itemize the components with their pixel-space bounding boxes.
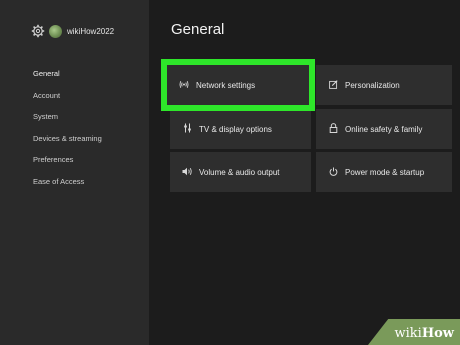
- online-safety-family-tile[interactable]: Online safety & family: [316, 109, 452, 149]
- watermark-suffix: How: [421, 326, 454, 341]
- gamertag: wikiHow2022: [67, 26, 115, 36]
- watermark-prefix: wiki: [394, 326, 422, 341]
- focus-highlight: [161, 59, 315, 111]
- profile-header: wikiHow2022: [31, 24, 114, 38]
- lock-icon: [326, 123, 340, 135]
- volume-audio-output-tile[interactable]: Volume & audio output: [170, 152, 311, 192]
- watermark: wikiHow: [395, 326, 454, 341]
- tv-display-options-tile[interactable]: TV & display options: [170, 109, 311, 149]
- nav-item-general[interactable]: General: [33, 69, 102, 91]
- volume-audio-output-label: Volume & audio output: [199, 167, 280, 177]
- settings-nav: General Account System Devices & streami…: [33, 69, 102, 198]
- nav-item-preferences[interactable]: Preferences: [33, 155, 102, 177]
- personalization-label: Personalization: [345, 80, 400, 90]
- edit-icon: [326, 79, 340, 91]
- avatar[interactable]: [49, 24, 62, 38]
- nav-item-devices-streaming[interactable]: Devices & streaming: [33, 134, 102, 156]
- nav-item-system[interactable]: System: [33, 112, 102, 134]
- gear-icon[interactable]: [31, 24, 45, 38]
- power-mode-startup-label: Power mode & startup: [345, 167, 425, 177]
- nav-item-ease-of-access[interactable]: Ease of Access: [33, 177, 102, 199]
- page-title: General: [171, 21, 225, 38]
- online-safety-family-label: Online safety & family: [345, 124, 423, 134]
- power-mode-startup-tile[interactable]: Power mode & startup: [316, 152, 452, 192]
- personalization-tile[interactable]: Personalization: [316, 65, 452, 105]
- tv-display-options-label: TV & display options: [199, 124, 272, 134]
- nav-item-account[interactable]: Account: [33, 91, 102, 113]
- speaker-icon: [180, 167, 194, 178]
- tv-display-icon: [180, 123, 194, 135]
- sidebar: wikiHow2022 General Account System Devic…: [0, 0, 149, 345]
- power-icon: [326, 167, 340, 178]
